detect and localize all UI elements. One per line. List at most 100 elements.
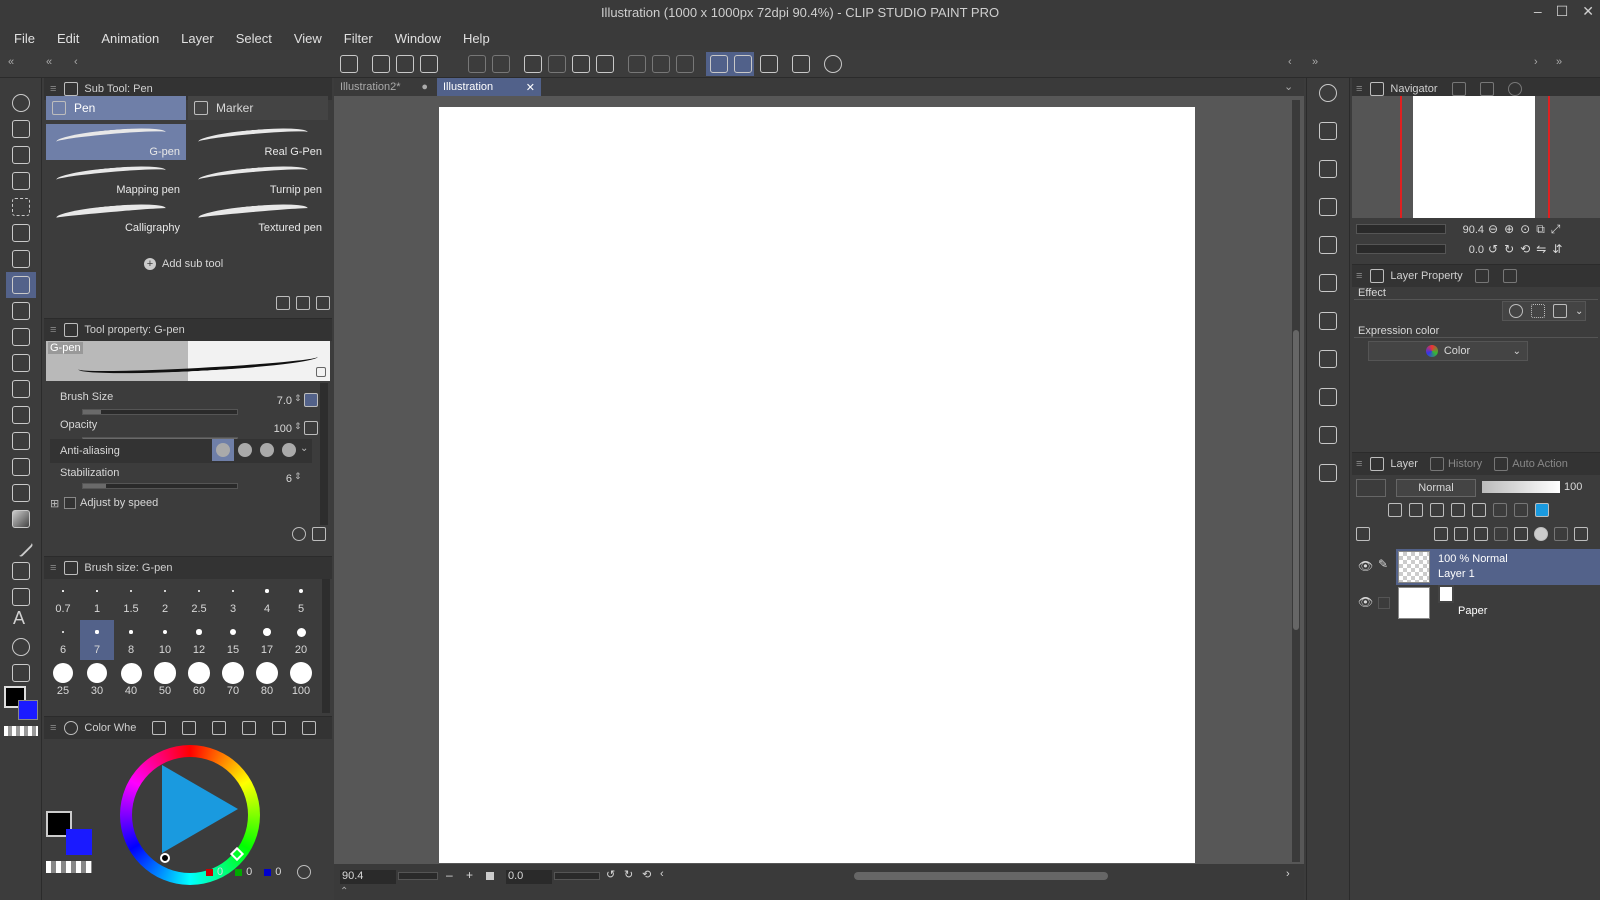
object-icon[interactable] <box>12 146 30 164</box>
panel-menu-icon[interactable]: ≡ <box>50 324 56 336</box>
navigator-icon[interactable] <box>1319 84 1337 102</box>
subtool-g-pen[interactable]: G-pen <box>46 124 186 160</box>
move-icon[interactable] <box>12 172 30 190</box>
selection-icon[interactable] <box>12 198 30 216</box>
zoom-slider[interactable] <box>398 872 438 880</box>
color-set-tab-icon[interactable] <box>182 721 197 735</box>
brush-size-cell[interactable]: 1.5 <box>114 579 148 619</box>
pose-material-icon[interactable] <box>1319 464 1337 482</box>
save-icon[interactable] <box>420 55 438 73</box>
lock-transparent-icon[interactable] <box>1472 503 1486 517</box>
menu-edit[interactable]: Edit <box>57 31 79 46</box>
navigator-preview[interactable] <box>1352 96 1600 218</box>
chevron-right-icon[interactable]: › <box>1534 56 1538 68</box>
brush-size-cell[interactable]: 8 <box>114 620 148 660</box>
layer-color-icon[interactable] <box>1535 503 1549 517</box>
eye-icon[interactable]: 👁 <box>1358 595 1373 609</box>
pen-edit-icon[interactable]: ✎ <box>1378 557 1388 571</box>
expression-color-select[interactable]: Color ⌄ <box>1368 341 1528 361</box>
expand-plus-icon[interactable]: ⊞ <box>50 497 59 510</box>
text-tool-icon[interactable]: A <box>13 608 25 629</box>
spin-icon[interactable]: ⇕ <box>294 393 302 404</box>
panel-menu-icon[interactable]: ≡ <box>50 83 56 95</box>
menu-window[interactable]: Window <box>395 31 441 46</box>
search-layer-icon[interactable] <box>1474 269 1489 283</box>
show-selection-icon[interactable] <box>676 55 694 73</box>
import-icon[interactable] <box>276 296 290 310</box>
help-icon[interactable] <box>1507 82 1522 96</box>
stabilization-value[interactable]: 6 <box>272 473 292 485</box>
eyedropper-icon[interactable] <box>12 250 30 268</box>
subtool-turnip-pen[interactable]: Turnip pen <box>188 162 328 198</box>
chevron-left-icon[interactable]: ‹ <box>660 868 664 880</box>
brush-size-cell[interactable]: 2 <box>148 579 182 619</box>
help-icon[interactable] <box>824 55 842 73</box>
color-icon[interactable] <box>1502 269 1517 283</box>
pencil-icon[interactable] <box>12 302 30 320</box>
subtool-calligraphy[interactable]: Calligraphy <box>46 200 186 236</box>
canvas-vertical-scrollbar[interactable] <box>1292 100 1300 862</box>
color-history-tab-icon[interactable] <box>272 721 287 735</box>
panel-menu-icon[interactable]: ≡ <box>1356 270 1362 282</box>
fit-to-window-icon[interactable]: ⧉ <box>1536 222 1545 237</box>
merge-down-icon[interactable] <box>1514 527 1528 541</box>
border-effect-icon[interactable] <box>1509 304 1523 318</box>
brush-size-cell[interactable]: 50 <box>148 661 182 701</box>
expand-icon[interactable]: » <box>1312 56 1318 68</box>
hand-icon[interactable] <box>12 120 30 138</box>
new-file-icon[interactable] <box>372 55 390 73</box>
tab-history[interactable]: History <box>1448 458 1482 470</box>
chevron-left-icon[interactable]: ‹ <box>1288 56 1292 68</box>
brush-size-cell[interactable]: 6 <box>46 620 80 660</box>
subtool-textured-pen[interactable]: Textured pen <box>188 200 328 236</box>
brush-size-cell[interactable]: 80 <box>250 661 284 701</box>
deselect-icon[interactable] <box>628 55 646 73</box>
menu-animation[interactable]: Animation <box>101 31 159 46</box>
collapse-panel-icon[interactable]: « <box>46 56 52 68</box>
invert-selection-icon[interactable] <box>652 55 670 73</box>
opacity-value[interactable]: 100 <box>264 423 292 435</box>
tab-auto-action[interactable]: Auto Action <box>1512 458 1568 470</box>
layer-row[interactable]: 👁 Paper <box>1352 585 1600 621</box>
panel-menu-icon[interactable]: ≡ <box>50 562 56 574</box>
brush-size-cell[interactable]: 10 <box>148 620 182 660</box>
stabilization-slider[interactable] <box>82 483 238 489</box>
saturation-triangle[interactable] <box>162 765 238 853</box>
layer-opacity-slider[interactable] <box>1482 481 1560 493</box>
line-icon[interactable] <box>8 532 34 558</box>
lock-icon[interactable] <box>1451 503 1465 517</box>
close-button[interactable]: ✕ <box>1582 3 1594 20</box>
material-icon[interactable] <box>1319 122 1337 140</box>
eye-icon[interactable]: 👁 <box>1358 559 1373 573</box>
lock-icon[interactable] <box>316 367 326 377</box>
rotation-value[interactable]: 0.0 <box>506 870 552 884</box>
navigator-rotation-value[interactable]: 0.0 <box>1456 244 1484 256</box>
airbrush-icon[interactable] <box>12 354 30 372</box>
brush-size-cell[interactable]: 0.7 <box>46 579 80 619</box>
color-slider-tab-icon[interactable] <box>152 721 167 735</box>
antialias-strong-icon[interactable] <box>282 443 296 457</box>
color-settings-icon[interactable] <box>297 865 312 879</box>
eraser-icon[interactable] <box>12 406 30 424</box>
brush-size-cell[interactable]: 100 <box>284 661 318 701</box>
info-icon[interactable] <box>1479 82 1494 96</box>
duplicate-icon[interactable] <box>296 296 310 310</box>
property-scrollbar[interactable] <box>320 383 328 525</box>
brush-size-cell[interactable]: 15 <box>216 620 250 660</box>
clip-studio-icon[interactable] <box>340 55 358 73</box>
zoom-in-icon[interactable]: + <box>466 868 473 882</box>
rotate-left-icon[interactable]: ↺ <box>1488 242 1498 256</box>
vertical-scroll-thumb[interactable] <box>1293 330 1299 630</box>
brush-size-cell[interactable]: 30 <box>80 661 114 701</box>
material-close-icon[interactable] <box>1319 198 1337 216</box>
subtool-real-g-pen[interactable]: Real G-Pen <box>188 124 328 160</box>
zoom-value[interactable]: 90.4 <box>340 870 396 884</box>
clear-icon[interactable] <box>524 55 542 73</box>
new-folder-icon[interactable] <box>1474 527 1488 541</box>
fill-tool-icon[interactable] <box>12 484 30 502</box>
ruler-icon[interactable] <box>792 55 810 73</box>
maximize-button[interactable]: ☐ <box>1556 3 1569 20</box>
layer-row[interactable]: 👁 ✎ 100 % Normal Layer 1 <box>1352 549 1600 585</box>
brush-size-cell[interactable]: 5 <box>284 579 318 619</box>
layer-color-icon[interactable] <box>1553 304 1567 318</box>
